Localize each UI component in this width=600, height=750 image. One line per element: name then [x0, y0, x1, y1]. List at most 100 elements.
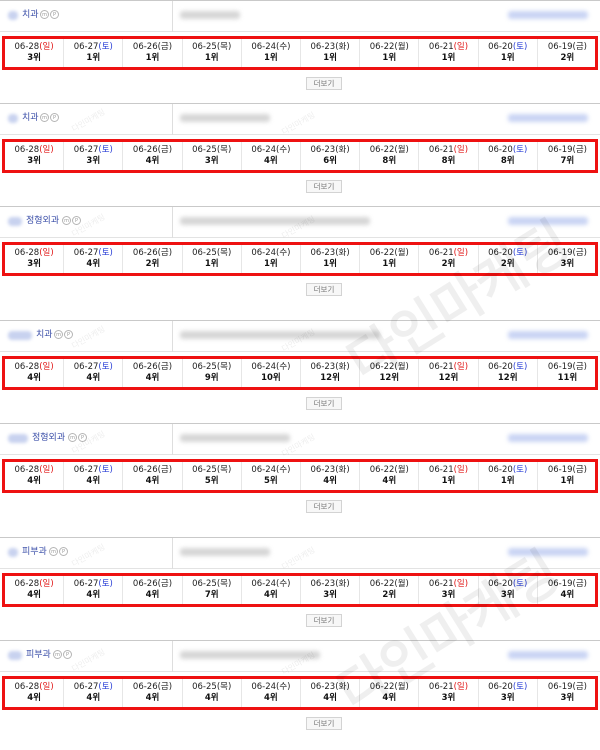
pc-icon[interactable]: P: [50, 10, 59, 19]
day-of-week: (금): [157, 42, 173, 52]
rank-cell: 06-26(금) 4위: [123, 679, 183, 707]
rank-value: 4위: [86, 693, 101, 703]
rank-cell: 06-22(월) 4위: [360, 679, 420, 707]
mobile-icon[interactable]: m: [54, 330, 63, 339]
mobile-icon[interactable]: m: [49, 547, 58, 556]
day-of-week: (금): [157, 579, 173, 589]
mobile-icon[interactable]: m: [53, 650, 62, 659]
date-text: 06-22: [369, 145, 395, 155]
blurred-link[interactable]: [508, 217, 588, 225]
rank-date: 06-21(일): [419, 579, 477, 590]
block-header: 정형외과 m P: [0, 423, 600, 455]
category-label[interactable]: 정형외과: [26, 213, 59, 226]
category-label[interactable]: 피부과: [26, 647, 51, 660]
date-text: 06-19: [547, 362, 573, 372]
date-text: 06-19: [547, 465, 573, 475]
date-text: 06-21: [428, 248, 454, 258]
day-of-week: (일): [453, 145, 469, 155]
day-of-week: (수): [276, 42, 291, 52]
category-label[interactable]: 치과: [36, 327, 53, 340]
rank-date: 06-25(목): [183, 579, 241, 590]
category-label[interactable]: 피부과: [22, 544, 47, 557]
rank-cell: 06-26(금) 4위: [123, 142, 183, 170]
header-divider: [172, 1, 173, 32]
category-label[interactable]: 치과: [22, 110, 39, 123]
category-label[interactable]: 치과: [22, 7, 39, 20]
rank-cell: 06-24(수) 5위: [242, 462, 301, 490]
pc-icon[interactable]: P: [72, 216, 81, 225]
mobile-icon[interactable]: m: [40, 113, 49, 122]
blurred-link[interactable]: [508, 11, 588, 19]
rank-value: 4위: [27, 476, 41, 486]
mobile-icon[interactable]: m: [68, 433, 77, 442]
rank-value: 8위: [382, 156, 397, 166]
rank-date: 06-27(토): [64, 579, 122, 590]
rank-date: 06-23(화): [301, 579, 359, 590]
blurred-link[interactable]: [508, 434, 588, 442]
rank-date: 06-19(금): [538, 682, 597, 693]
date-text: 06-24: [251, 682, 277, 692]
day-of-week: (금): [572, 682, 587, 692]
blurred-hospital-name: [8, 434, 28, 443]
rank-value: 4위: [323, 476, 337, 486]
rank-value: 9위: [204, 373, 219, 383]
blurred-hospital-name: [8, 114, 18, 123]
day-of-week: (목): [216, 682, 232, 692]
date-text: 06-26: [132, 579, 158, 589]
rank-date: 06-22(월): [360, 579, 418, 590]
more-button[interactable]: 더보기: [306, 283, 342, 296]
rank-cell: 06-28(일) 3위: [5, 142, 65, 170]
rank-value: 5위: [264, 476, 278, 486]
day-of-week: (금): [157, 682, 173, 692]
mobile-icon[interactable]: m: [62, 216, 71, 225]
date-text: 06-26: [132, 145, 158, 155]
rank-cell: 06-20(토) 3위: [479, 679, 538, 707]
date-text: 06-24: [251, 248, 277, 258]
blurred-link[interactable]: [508, 548, 588, 556]
day-of-week: (화): [335, 579, 350, 589]
rank-cell: 06-19(금) 1위: [538, 462, 597, 490]
rank-date: 06-21(일): [419, 145, 477, 156]
pc-icon[interactable]: P: [78, 433, 87, 442]
rank-cell: 06-26(금) 4위: [123, 359, 183, 387]
pc-icon[interactable]: P: [63, 650, 72, 659]
more-button[interactable]: 더보기: [306, 180, 342, 193]
rank-cell: 06-22(월) 4위: [360, 462, 420, 490]
more-button[interactable]: 더보기: [306, 77, 342, 90]
rank-history-row: 06-28(일) 4위 06-27(토) 4위 06-26(금) 4위 06-25(목) 5위…: [2, 459, 598, 493]
date-text: 06-26: [132, 465, 158, 475]
pc-icon[interactable]: P: [59, 547, 68, 556]
day-of-week: (목): [216, 465, 232, 475]
mobile-icon[interactable]: m: [40, 10, 49, 19]
rank-value: 1위: [500, 53, 515, 63]
date-text: 06-26: [132, 682, 158, 692]
block-header: 치과 m P: [0, 0, 600, 32]
rank-value: 7위: [204, 590, 219, 600]
rank-cell: 06-28(일) 4위: [5, 359, 65, 387]
more-button[interactable]: 더보기: [306, 500, 342, 513]
pc-icon[interactable]: P: [64, 330, 73, 339]
more-button[interactable]: 더보기: [306, 614, 342, 627]
rank-date: 06-21(일): [419, 248, 477, 259]
rank-cell: 06-21(일) 1위: [419, 39, 479, 67]
rank-date: 06-25(목): [183, 248, 241, 259]
blurred-link[interactable]: [508, 651, 588, 659]
blurred-link[interactable]: [508, 114, 588, 122]
rank-date: 06-25(목): [183, 145, 241, 156]
rank-date: 06-19(금): [538, 145, 597, 156]
rank-date: 06-22(월): [360, 362, 418, 373]
date-text: 06-19: [547, 682, 573, 692]
date-text: 06-27: [73, 42, 99, 52]
more-button[interactable]: 더보기: [306, 397, 342, 410]
rank-cell: 06-23(화) 6위: [301, 142, 361, 170]
rank-value: 4위: [264, 156, 278, 166]
rank-date: 06-23(화): [301, 465, 359, 476]
pc-icon[interactable]: P: [50, 113, 59, 122]
blurred-keyword: [180, 114, 270, 122]
category-label[interactable]: 정형외과: [32, 430, 65, 443]
date-text: 06-28: [14, 42, 40, 52]
rank-value: 10위: [261, 373, 281, 383]
rank-value: 1위: [204, 53, 219, 63]
more-button[interactable]: 더보기: [306, 717, 342, 730]
blurred-link[interactable]: [508, 331, 588, 339]
